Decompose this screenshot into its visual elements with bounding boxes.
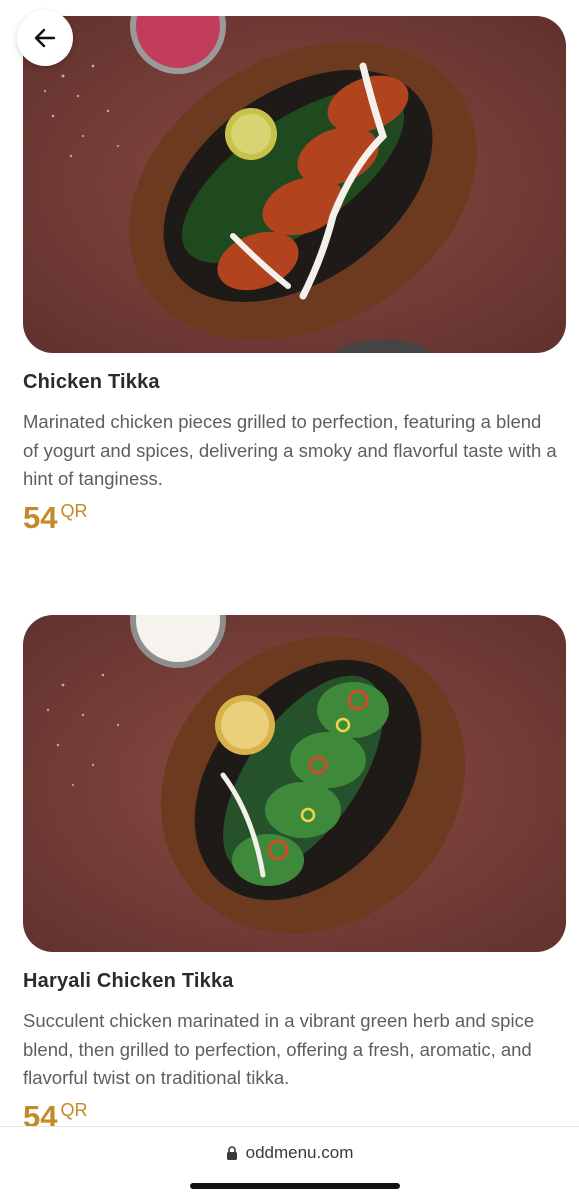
food-image (23, 615, 566, 952)
back-button[interactable] (17, 10, 73, 66)
home-indicator[interactable] (190, 1183, 400, 1189)
price-amount: 54 (23, 499, 58, 535)
url-text: oddmenu.com (245, 1143, 354, 1162)
item-description: Succulent chicken marinated in a vibrant… (23, 1010, 535, 1088)
menu-item-card[interactable]: Chicken Tikka Marinated chicken pieces g… (0, 16, 579, 536)
menu-page: Chicken Tikka Marinated chicken pieces g… (0, 0, 579, 1200)
menu-item-card[interactable]: Haryali Chicken Tikka Succulent chicken … (0, 615, 579, 1135)
lock-icon (226, 1145, 238, 1161)
arrow-left-icon (34, 28, 56, 48)
price-currency: QR (60, 500, 88, 521)
browser-address-bar[interactable]: oddmenu.com (0, 1126, 579, 1200)
item-title: Chicken Tikka (23, 371, 160, 393)
item-price: 54 QR (23, 500, 579, 536)
item-description: Marinated chicken pieces grilled to perf… (23, 411, 557, 489)
item-title: Haryali Chicken Tikka (23, 970, 234, 992)
url-row[interactable]: oddmenu.com (0, 1143, 579, 1163)
price-currency: QR (60, 1099, 88, 1120)
food-image (23, 16, 566, 353)
